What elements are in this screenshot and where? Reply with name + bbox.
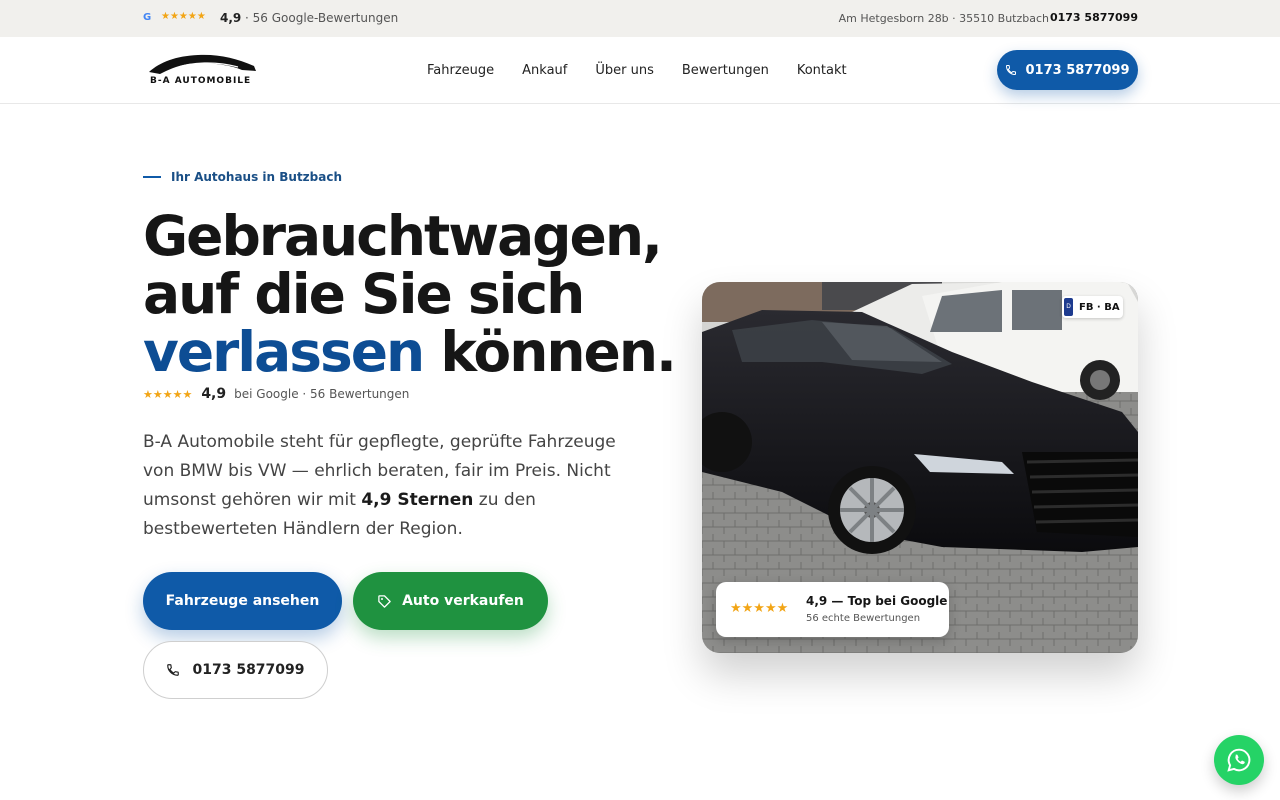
header-call-label: 0173 5877099 [1025,62,1130,78]
header-call-button[interactable]: 0173 5877099 [997,50,1138,90]
reviews-count[interactable]: · 56 Google-Bewertungen [245,11,398,25]
tag-icon [378,594,391,608]
sell-car-button[interactable]: Auto verkaufen [353,572,548,630]
car-logo-icon [149,54,256,74]
nav-ankauf[interactable]: Ankauf [522,63,567,78]
headline-accent: verlassen [143,320,425,384]
plate-eu-band: D [1064,298,1073,316]
view-vehicles-button[interactable]: Fahrzeuge ansehen [143,572,342,630]
logo-text: B-A AUTOMOBILE [150,76,252,86]
nav-ueber-uns[interactable]: Über uns [595,63,654,78]
rating-stars: ★★★★★ [161,11,206,22]
hero-description: B-A Automobile steht für gepflegte, gepr… [143,428,643,544]
nav-fahrzeuge[interactable]: Fahrzeuge [427,63,494,78]
eyebrow-text: Ihr Autohaus in Butzbach [171,170,343,184]
topbar-phone-link[interactable]: 0173 5877099 [1050,11,1138,24]
main-nav: Fahrzeuge Ankauf Über uns Bewertungen Ko… [427,63,847,78]
phone-icon [167,664,180,676]
hero-rating-stars: ★★★★★ [143,387,193,401]
badge-stars: ★★★★★ [730,601,789,616]
nav-bewertungen[interactable]: Bewertungen [682,63,769,78]
page-title: Gebrauchtwagen, auf die Sie sich verlass… [143,207,683,381]
headline-rest: können. [423,320,677,384]
address: Am Hetgesborn 28b · 35510 Butzbach [838,12,1049,25]
headline-line-2: auf die Sie sich [143,262,585,326]
top-bar: G ★★★★★ 4,9 · 56 Google-Bewertungen Am H… [0,0,1280,37]
call-button[interactable]: 0173 5877099 [143,641,328,699]
phone-icon [1006,65,1017,76]
whatsapp-button[interactable] [1214,735,1264,785]
logo[interactable]: B-A AUTOMOBILE [146,50,261,90]
google-rating-badge: ★★★★★ 4,9 — Top bei Google 56 echte Bewe… [716,582,949,637]
google-icon: G [143,12,152,23]
call-label: 0173 5877099 [192,662,305,678]
view-vehicles-label: Fahrzeuge ansehen [165,593,320,609]
headline-line-3: verlassen können. [143,323,683,381]
badge-subtitle: 56 echte Bewertungen [806,613,921,624]
hero-rating-text: bei Google · 56 Bewertungen [234,387,410,401]
badge-title: 4,9 — Top bei Google [806,594,948,608]
sell-car-label: Auto verkaufen [402,593,524,609]
hero-rating: ★★★★★ 4,9 bei Google · 56 Bewertungen [143,386,409,402]
desc-bold: 4,9 Sternen [361,490,474,510]
plate-text: FB · BA [1079,301,1120,313]
headline-line-1: Gebrauchtwagen, [143,204,663,268]
site-header: B-A AUTOMOBILE Fahrzeuge Ankauf Über uns… [0,37,1280,104]
whatsapp-icon [1227,748,1251,772]
license-plate: D FB · BA [1062,296,1123,318]
eyebrow-line [143,176,161,178]
eyebrow: Ihr Autohaus in Butzbach [143,170,342,184]
rating-value: 4,9 [220,11,242,25]
nav-kontakt[interactable]: Kontakt [797,63,847,78]
hero-rating-value: 4,9 [201,386,227,402]
